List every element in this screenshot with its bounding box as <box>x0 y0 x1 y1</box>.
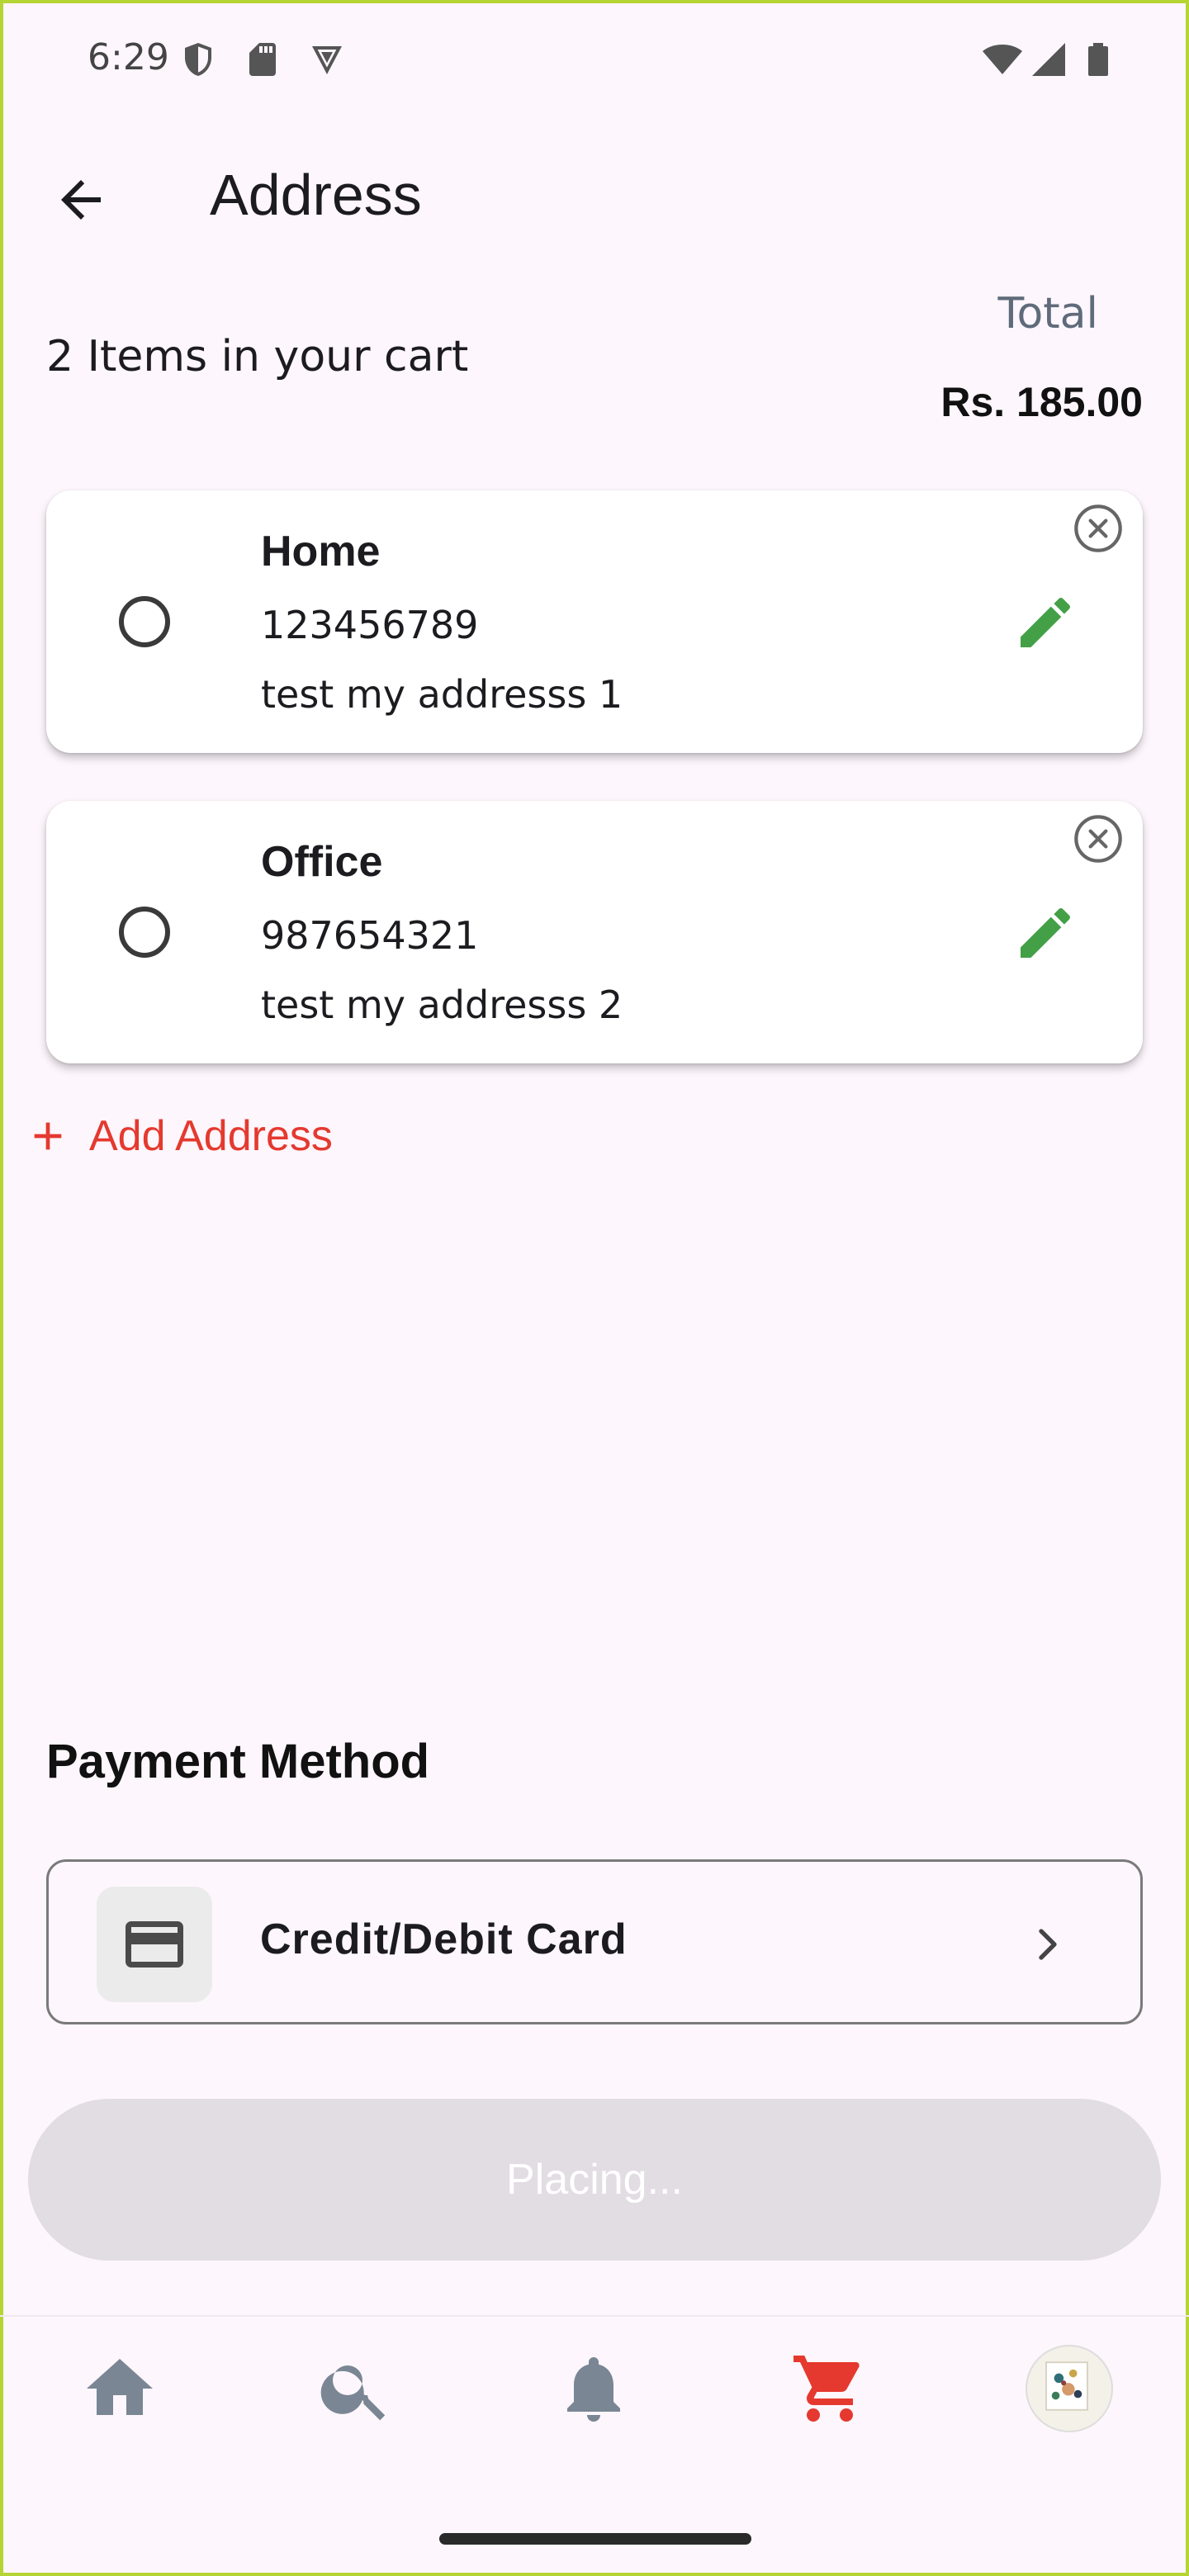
nav-profile[interactable] <box>1024 2343 1115 2434</box>
home-icon <box>87 2359 153 2415</box>
wifi-icon <box>979 40 1026 79</box>
close-circle-icon[interactable] <box>1072 502 1125 555</box>
arrow-back-icon <box>61 180 101 220</box>
bell-icon <box>567 2357 620 2422</box>
cart-icon <box>793 2356 860 2422</box>
add-address-label: Add Address <box>89 1112 333 1160</box>
address-radio[interactable] <box>119 907 170 958</box>
nav-home[interactable] <box>74 2343 165 2434</box>
vpn-icon <box>307 40 347 79</box>
shield-icon <box>178 40 218 79</box>
edit-icon[interactable] <box>1012 900 1078 966</box>
nav-cart[interactable] <box>784 2343 875 2434</box>
cart-items-count: 2 Items in your cart <box>46 332 469 381</box>
address-card-home[interactable]: Home 123456789 test my addresss 1 <box>46 490 1143 753</box>
home-indicator[interactable] <box>439 2533 751 2545</box>
payment-method-heading: Payment Method <box>46 1735 430 1788</box>
total-label: Total <box>997 289 1098 339</box>
address-line: test my addresss 1 <box>261 672 623 717</box>
sd-card-icon <box>243 40 282 79</box>
avatar <box>1026 2345 1113 2432</box>
place-order-label: Placing... <box>506 2156 683 2204</box>
credit-card-icon <box>97 1887 212 2002</box>
payment-option-label: Credit/Debit Card <box>260 1915 628 1963</box>
payment-option-card[interactable]: Credit/Debit Card <box>46 1859 1143 2024</box>
signal-icon <box>1029 40 1068 79</box>
edit-icon[interactable] <box>1012 590 1078 656</box>
close-circle-icon[interactable] <box>1072 812 1125 865</box>
status-bar: 6:29 <box>0 0 1189 124</box>
address-phone: 987654321 <box>261 913 479 958</box>
address-radio[interactable] <box>119 596 170 647</box>
address-phone: 123456789 <box>261 603 479 647</box>
nav-notifications[interactable] <box>548 2343 639 2434</box>
back-button[interactable] <box>46 165 116 234</box>
place-order-button[interactable]: Placing... <box>28 2099 1161 2261</box>
address-name: Office <box>261 838 383 886</box>
address-card-office[interactable]: Office 987654321 test my addresss 2 <box>46 801 1143 1063</box>
add-address-button[interactable]: Add Address <box>25 1111 333 1161</box>
battery-icon <box>1078 40 1118 79</box>
address-line: test my addresss 2 <box>261 983 623 1027</box>
page-title: Address <box>210 163 422 227</box>
plus-icon <box>34 1122 62 1150</box>
nav-search[interactable] <box>310 2343 401 2434</box>
chevron-right-icon <box>1021 1918 1074 1971</box>
search-icon <box>320 2365 386 2421</box>
status-time: 6:29 <box>88 36 169 78</box>
address-name: Home <box>261 528 381 575</box>
total-value: Rs. 185.00 <box>940 379 1143 425</box>
